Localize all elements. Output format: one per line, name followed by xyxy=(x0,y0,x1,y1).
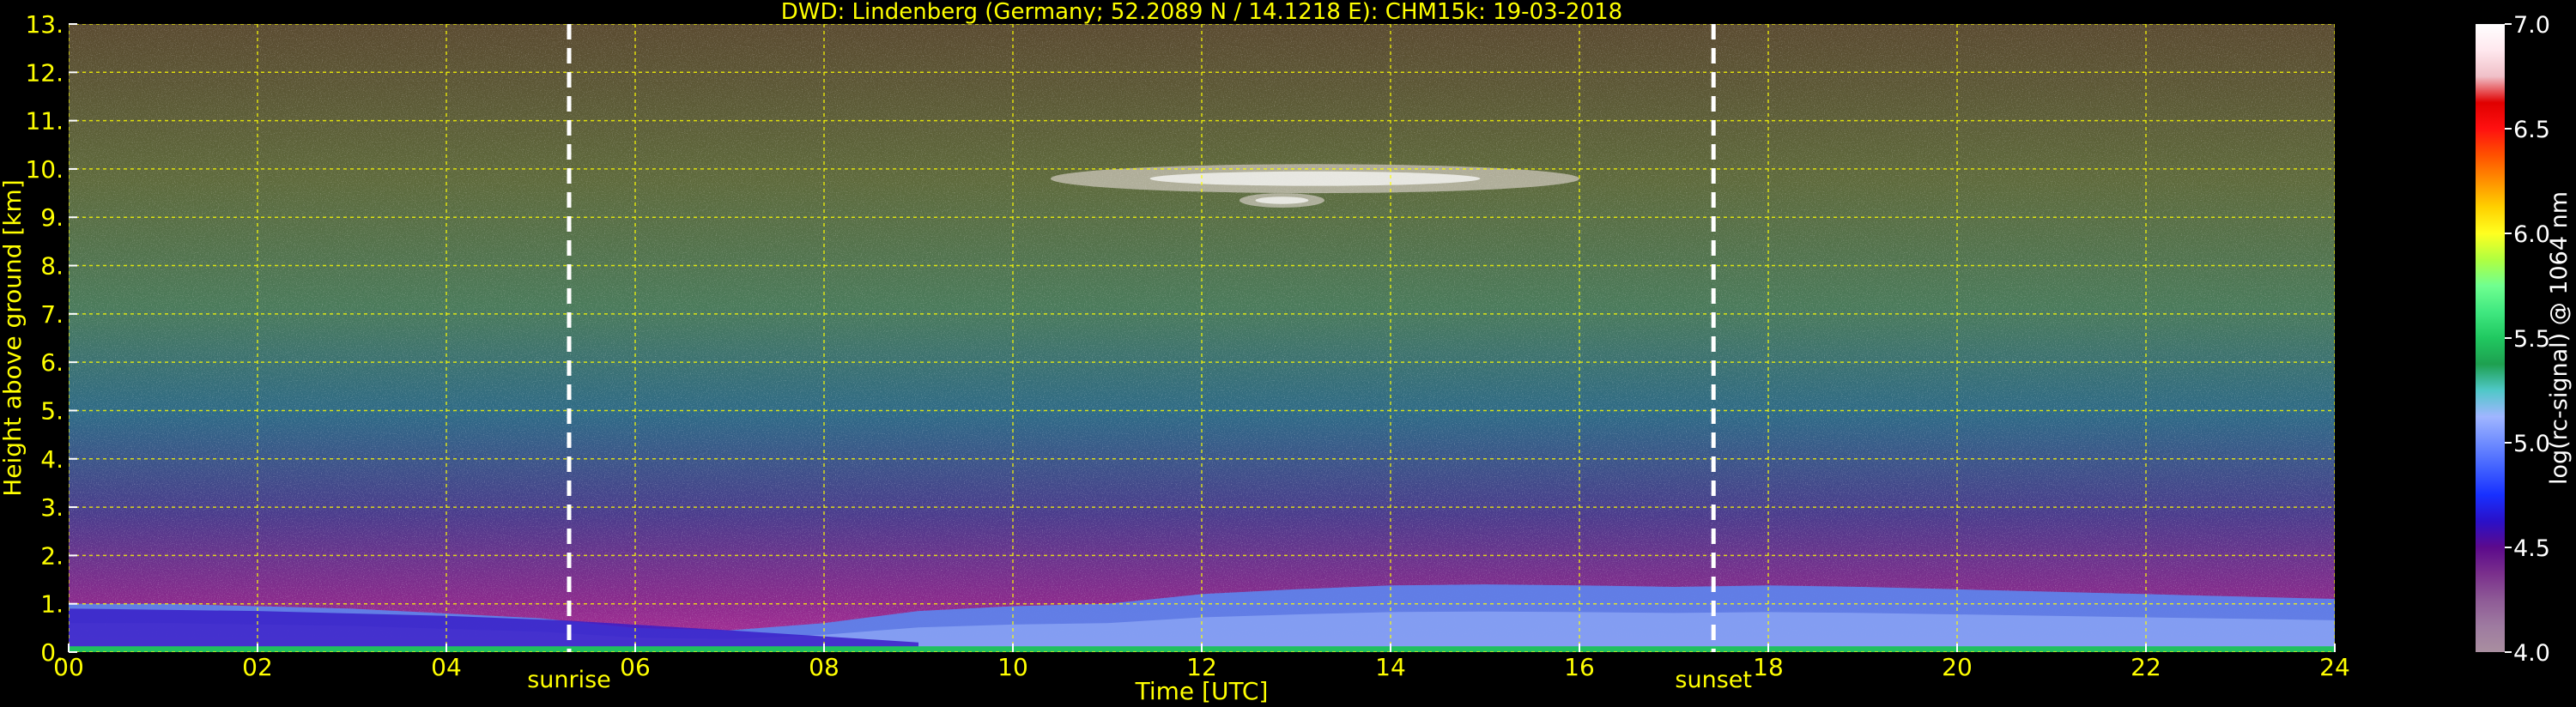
colorbar-tick-label: 6.0 xyxy=(2513,221,2550,248)
colorbar-tick-label: 5.0 xyxy=(2513,431,2550,457)
x-tick-label: 24 xyxy=(2319,653,2350,681)
cloud-core-0 xyxy=(1149,171,1481,186)
colorbar-scale xyxy=(2476,24,2505,652)
colorbar-label: log(rc-signal) @ 1064 nm xyxy=(2546,191,2573,485)
y-tick-label: 6. xyxy=(40,348,64,377)
ceilometer-figure: DWD: Lindenberg (Germany; 52.2089 N / 14… xyxy=(0,0,2576,707)
y-tick-label: 12. xyxy=(25,58,64,87)
y-tick-label: 8. xyxy=(40,252,64,281)
colorbar-tick-label: 7.0 xyxy=(2513,12,2550,39)
x-tick-label: 16 xyxy=(1564,653,1595,681)
y-tick-label: 7. xyxy=(40,300,64,329)
sunrise-label: sunrise xyxy=(527,667,611,693)
y-tick-label: 10. xyxy=(25,155,64,184)
y-tick-label: 9. xyxy=(40,203,64,232)
cloud-core-1 xyxy=(1255,196,1309,204)
y-tick-label: 3. xyxy=(40,493,64,522)
x-axis-label: Time [UTC] xyxy=(1135,677,1269,705)
x-tick-label: 20 xyxy=(1942,653,1973,681)
y-tick-label: 2. xyxy=(40,541,64,570)
x-tick-label: 22 xyxy=(2131,653,2161,681)
x-tick-label: 04 xyxy=(431,653,462,681)
colorbar-tick-label: 4.0 xyxy=(2513,640,2550,667)
y-tick-label: 1. xyxy=(40,590,64,619)
signal-noise xyxy=(69,24,2335,652)
colorbar-ticks: 4.0 4.5 5.0 5.5 6.0 6.5 7.0 xyxy=(2505,12,2550,667)
y-tick-label: 4. xyxy=(40,445,64,474)
y-tick-label: 0. xyxy=(40,638,64,667)
x-tick-label: 14 xyxy=(1375,653,1406,681)
x-tick-label: 02 xyxy=(242,653,273,681)
x-tick-label: 06 xyxy=(620,653,651,681)
chart-svg: DWD: Lindenberg (Germany; 52.2089 N / 14… xyxy=(0,0,2573,705)
plot-area xyxy=(69,24,2335,652)
y-tick-label: 13. xyxy=(25,10,64,39)
y-axis-label: Height above ground [km] xyxy=(0,179,27,497)
chart-title: DWD: Lindenberg (Germany; 52.2089 N / 14… xyxy=(781,0,1622,25)
x-tick-label: 10 xyxy=(997,653,1028,681)
x-tick-label: 08 xyxy=(809,653,839,681)
colorbar-tick-label: 5.5 xyxy=(2513,326,2550,353)
sunset-label: sunset xyxy=(1675,667,1752,693)
x-tick-label: 18 xyxy=(1753,653,1784,681)
colorbar-tick-label: 4.5 xyxy=(2513,535,2550,562)
colorbar: 4.0 4.5 5.0 5.5 6.0 6.5 7.0 log(rc-signal) @ 1… xyxy=(2476,12,2573,667)
y-tick-label: 5. xyxy=(40,396,64,425)
y-tick-label: 11. xyxy=(25,107,64,136)
colorbar-tick-label: 6.5 xyxy=(2513,117,2550,143)
